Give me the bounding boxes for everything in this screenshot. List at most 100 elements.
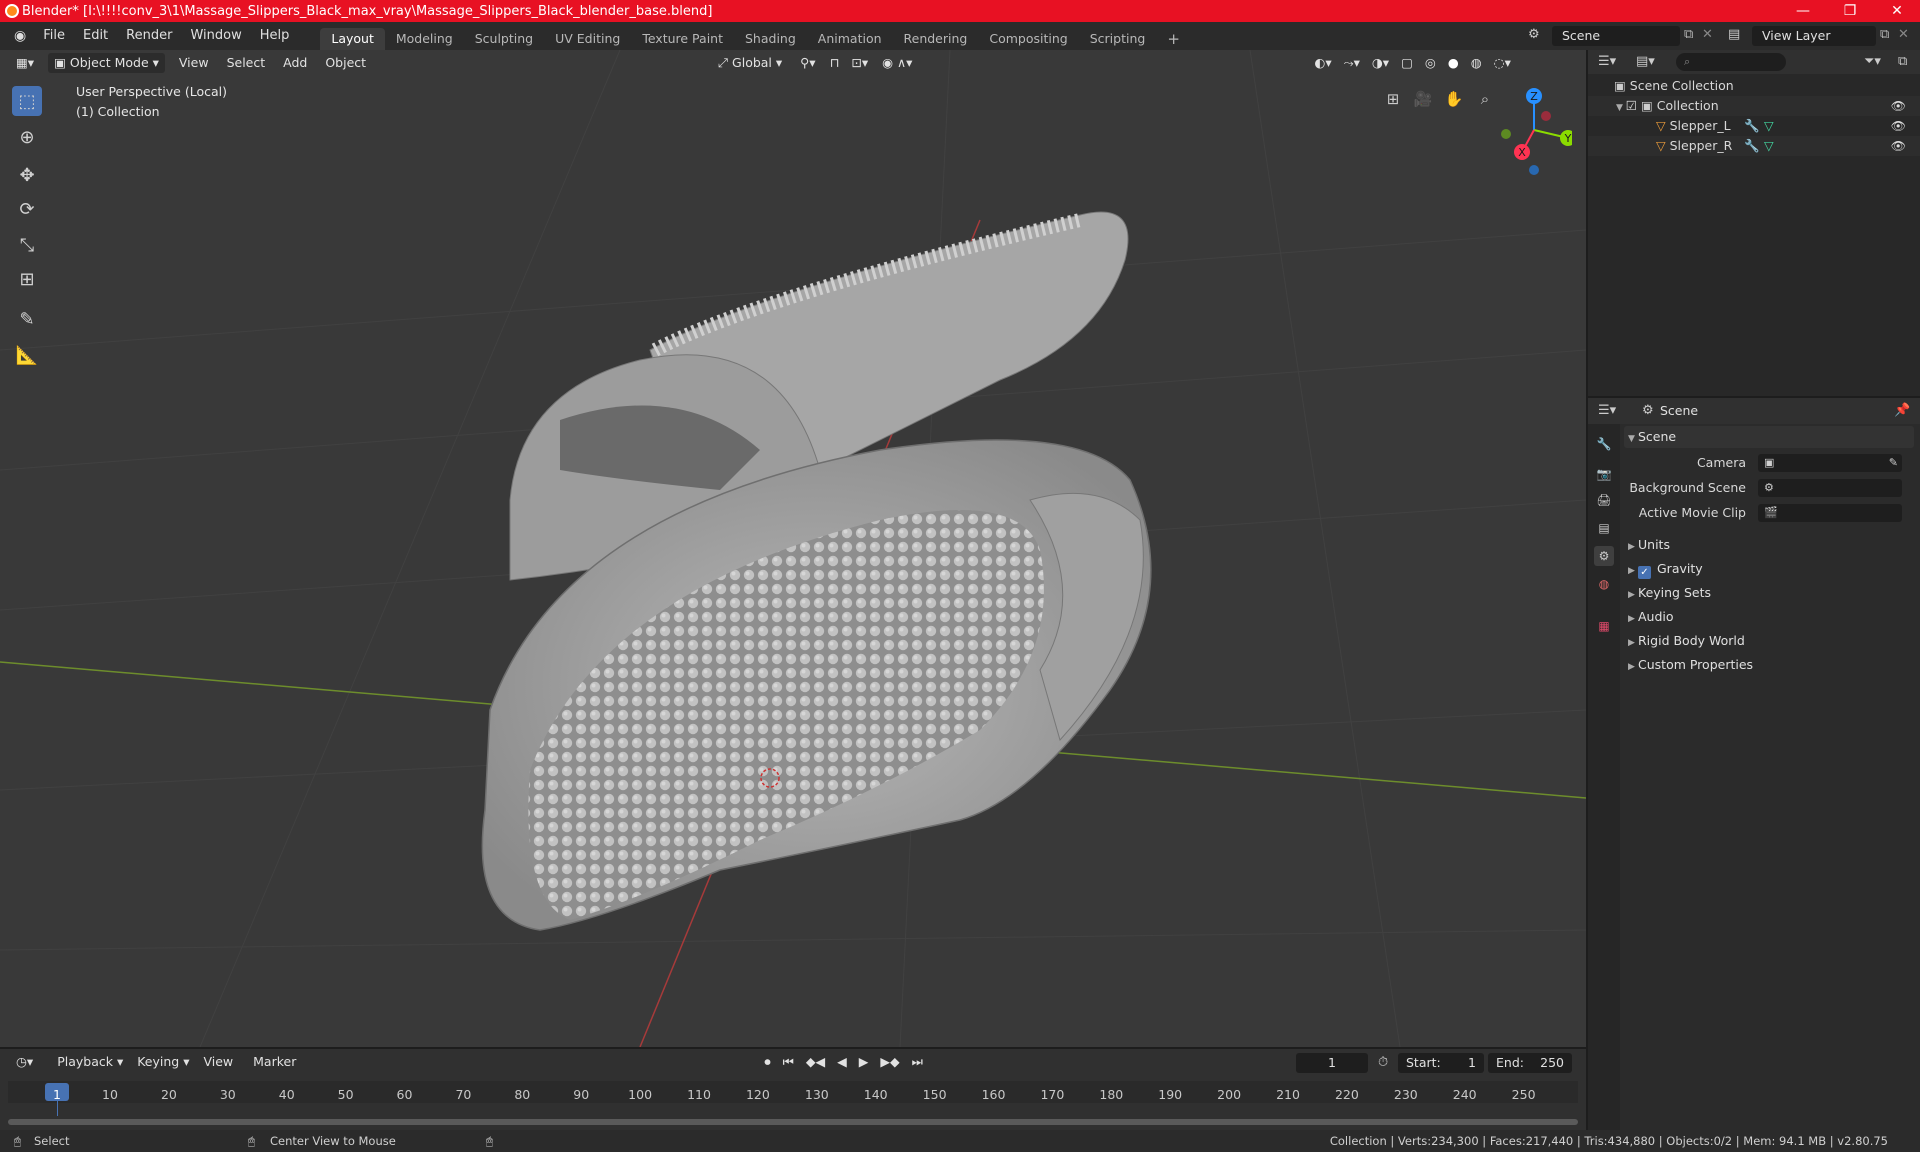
scale-tool[interactable]: ⤡ — [12, 230, 42, 260]
background-scene-field[interactable]: ⚙ — [1758, 479, 1902, 497]
play-reverse-button[interactable]: ◀ — [831, 1052, 853, 1072]
close-button[interactable]: ✕ — [1874, 0, 1920, 22]
outliner-collection[interactable]: ▼ ☑ ▣ Collection 👁 — [1588, 96, 1920, 116]
pin-icon[interactable]: 📌 — [1894, 403, 1910, 418]
modifier-wrench-icon[interactable]: 🔧 — [1744, 136, 1760, 156]
record-button[interactable]: ⏺ — [758, 1052, 776, 1072]
stopwatch-icon[interactable]: ⏱ — [1378, 1055, 1388, 1070]
view-layer-tab-icon[interactable]: ▤ — [1594, 518, 1614, 538]
overlay-toggle-icon[interactable]: ◑▾ — [1366, 53, 1395, 73]
mode-dropdown[interactable]: ▣ Object Mode ▾ — [48, 53, 165, 73]
tab-compositing[interactable]: Compositing — [978, 28, 1078, 50]
collection-visibility-icon[interactable]: 👁 — [1891, 96, 1906, 116]
render-tab-icon[interactable]: 📷 — [1594, 464, 1614, 484]
gravity-checkbox[interactable]: ✓ — [1638, 566, 1651, 579]
wireframe-shading-icon[interactable]: ◎ — [1419, 53, 1442, 73]
menu-window[interactable]: Window — [181, 22, 250, 50]
current-frame-field[interactable]: 1 — [1296, 1053, 1368, 1073]
jump-end-button[interactable]: ⏭ — [906, 1052, 929, 1072]
audio-section[interactable]: ▶ Audio — [1624, 606, 1914, 628]
visibility-icon[interactable]: ◐▾ — [1308, 53, 1337, 73]
tab-rendering[interactable]: Rendering — [893, 28, 979, 50]
tab-shading[interactable]: Shading — [734, 28, 807, 50]
timeline-menu-playback[interactable]: Playback ▾ — [51, 1052, 129, 1072]
rotate-tool[interactable]: ⟳ — [12, 194, 42, 224]
pan-view-icon[interactable]: ✋ — [1441, 86, 1467, 112]
object-visibility-icon[interactable]: 👁 — [1891, 136, 1906, 156]
tab-layout[interactable]: Layout — [320, 28, 385, 50]
collection-checkbox[interactable]: ☑ — [1626, 98, 1641, 113]
proportional-editing-icon[interactable]: ◉ ∧▾ — [876, 53, 918, 73]
3d-viewport[interactable]: ▦▾ ▣ Object Mode ▾ View Select Add Objec… — [0, 50, 1586, 1047]
add-workspace-button[interactable]: + — [1156, 28, 1191, 50]
move-tool[interactable]: ✥ — [12, 160, 42, 190]
outliner-search-input[interactable]: ⌕ — [1676, 53, 1786, 71]
menu-edit[interactable]: Edit — [74, 22, 117, 50]
navigation-gizmo[interactable]: Z Y X — [1492, 82, 1572, 178]
maximize-button[interactable]: ❐ — [1827, 0, 1873, 22]
viewport-menu-select[interactable]: Select — [221, 53, 272, 73]
camera-view-icon[interactable]: 🎥 — [1410, 86, 1436, 112]
end-frame-field[interactable]: End: 250 — [1488, 1053, 1572, 1073]
tab-sculpting[interactable]: Sculpting — [464, 28, 544, 50]
scene-selector[interactable]: Scene — [1552, 26, 1680, 46]
timeline-menu-view[interactable]: View — [197, 1052, 239, 1072]
transform-tool[interactable]: ⊞ — [12, 264, 42, 294]
menu-file[interactable]: File — [34, 22, 74, 50]
solid-shading-icon[interactable]: ● — [1442, 53, 1465, 73]
pivot-point-icon[interactable]: ⚲▾ — [794, 53, 821, 73]
play-button[interactable]: ▶ — [853, 1052, 875, 1072]
tab-texture-paint[interactable]: Texture Paint — [631, 28, 734, 50]
jump-start-button[interactable]: ⏮ — [777, 1052, 800, 1072]
blender-menu-icon[interactable]: ◉ — [10, 28, 34, 44]
xray-toggle-icon[interactable]: ▢ — [1395, 53, 1419, 73]
grid-view-icon[interactable]: ⊞ — [1380, 86, 1406, 112]
scene-tab-icon[interactable]: ⚙ — [1594, 546, 1614, 566]
scene-panel-header[interactable]: ▼ Scene — [1624, 426, 1914, 448]
snap-target-icon[interactable]: ⊡▾ — [845, 53, 874, 73]
gizmo-toggle-icon[interactable]: ⤳▾ — [1338, 53, 1366, 73]
rigid-body-world-section[interactable]: ▶ Rigid Body World — [1624, 630, 1914, 652]
viewport-menu-add[interactable]: Add — [277, 53, 313, 73]
tab-modeling[interactable]: Modeling — [385, 28, 464, 50]
output-tab-icon[interactable]: 🖨 — [1594, 490, 1614, 510]
properties-editor-type-icon[interactable]: ☰▾ — [1598, 403, 1616, 418]
new-view-layer-icon[interactable]: ⧉ — [1880, 27, 1889, 42]
eyedropper-icon[interactable]: ✎ — [1889, 454, 1898, 472]
rendered-shading-icon[interactable]: ◌▾ — [1488, 53, 1517, 73]
menu-help[interactable]: Help — [251, 22, 299, 50]
gravity-section[interactable]: ▶ ✓ Gravity — [1624, 558, 1914, 580]
start-frame-field[interactable]: Start: 1 — [1398, 1053, 1484, 1073]
tab-animation[interactable]: Animation — [807, 28, 893, 50]
timeline-panel[interactable]: ◷▾ Playback ▾ Keying ▾ View Marker ⏺ ⏮ ◆… — [0, 1049, 1586, 1130]
outliner-object-slepper-l[interactable]: ▽ Slepper_L 🔧 ▽ 👁 — [1588, 116, 1920, 136]
timeline-menu-marker[interactable]: Marker — [247, 1052, 302, 1072]
tab-scripting[interactable]: Scripting — [1079, 28, 1157, 50]
jump-keyframe-forward-button[interactable]: ▶◆ — [874, 1052, 905, 1072]
jump-keyframe-back-button[interactable]: ◆◀ — [800, 1052, 831, 1072]
minimize-button[interactable]: — — [1780, 0, 1826, 22]
outliner-scene-collection[interactable]: ▣ Scene Collection — [1588, 76, 1920, 96]
mesh-data-icon[interactable]: ▽ — [1764, 116, 1774, 136]
annotate-tool[interactable]: ✎ — [12, 304, 42, 334]
filter-icon[interactable]: ⏷▾ — [1864, 54, 1881, 69]
editor-type-icon[interactable]: ▦▾ — [10, 53, 40, 73]
delete-view-layer-icon[interactable]: ✕ — [1898, 27, 1909, 42]
menu-render[interactable]: Render — [117, 22, 181, 50]
cursor-tool[interactable]: ⊕ — [12, 122, 42, 152]
viewport-menu-view[interactable]: View — [173, 53, 215, 73]
texture-tab-icon[interactable]: ▦ — [1594, 616, 1614, 636]
tool-tab-icon[interactable]: 🔧 — [1594, 434, 1614, 454]
material-shading-icon[interactable]: ◍ — [1465, 53, 1488, 73]
select-box-tool[interactable]: ⬚ — [12, 86, 42, 116]
tab-uv-editing[interactable]: UV Editing — [544, 28, 631, 50]
outliner-object-slepper-r[interactable]: ▽ Slepper_R 🔧 ▽ 👁 — [1588, 136, 1920, 156]
timeline-scrollbar[interactable] — [8, 1119, 1578, 1125]
transform-orientation-dropdown[interactable]: ⤢ Global ▾ — [712, 53, 788, 73]
viewport-menu-object[interactable]: Object — [319, 53, 372, 73]
active-movie-clip-field[interactable]: 🎬 — [1758, 504, 1902, 522]
measure-tool[interactable]: 📐 — [12, 340, 42, 370]
modifier-wrench-icon[interactable]: 🔧 — [1744, 116, 1760, 136]
world-tab-icon[interactable]: ◍ — [1594, 574, 1614, 594]
camera-field[interactable]: ▣ ✎ — [1758, 454, 1902, 472]
